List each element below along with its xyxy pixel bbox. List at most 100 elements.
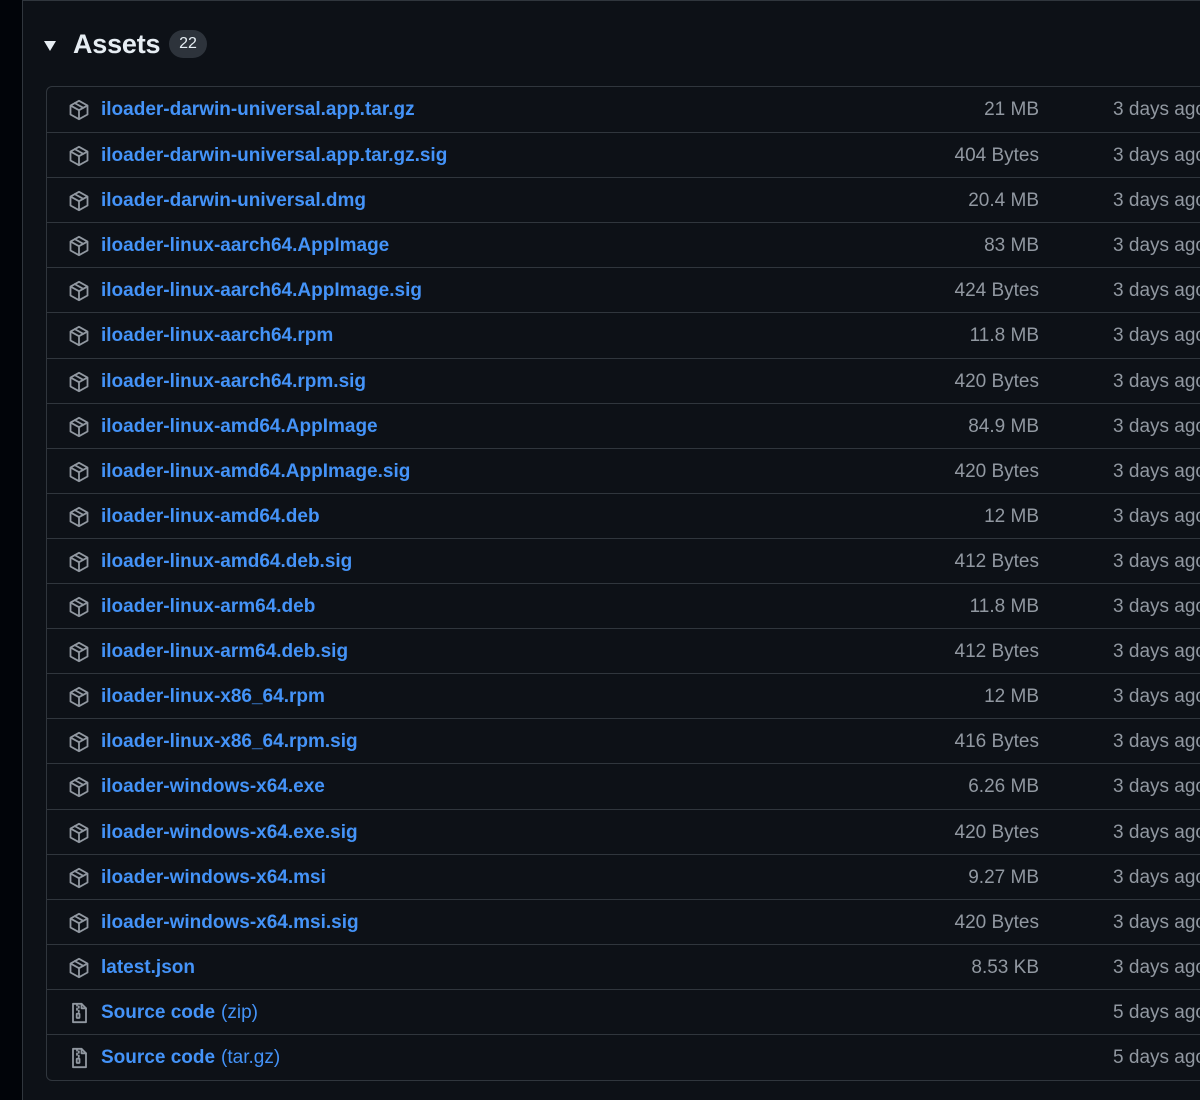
asset-time: 3 days ago <box>1113 821 1200 843</box>
package-icon <box>67 460 91 484</box>
asset-time: 3 days ago <box>1113 145 1200 167</box>
asset-link[interactable]: iloader-windows-x64.msi <box>101 867 326 889</box>
assets-count-badge: 22 <box>169 30 207 58</box>
assets-header[interactable]: Assets 22 <box>23 1 1200 87</box>
asset-size: 6.26 MB <box>968 776 1039 798</box>
asset-link[interactable]: Source code (zip) <box>101 1002 258 1024</box>
package-icon <box>67 505 91 529</box>
asset-name: iloader-linux-aarch64.rpm <box>101 325 334 347</box>
asset-link[interactable]: iloader-windows-x64.msi.sig <box>101 912 359 934</box>
asset-link[interactable]: iloader-linux-x86_64.rpm <box>101 686 325 708</box>
asset-row-17: iloader-windows-x64.msi 9.27 MB 3 days a… <box>47 853 1200 899</box>
asset-size: 424 Bytes <box>954 280 1040 302</box>
package-icon <box>67 415 91 439</box>
asset-size: 8.53 KB <box>971 956 1039 978</box>
asset-name: iloader-linux-amd64.AppImage.sig <box>101 460 411 482</box>
asset-link[interactable]: iloader-linux-arm64.deb <box>101 596 315 618</box>
asset-size: 11.8 MB <box>969 325 1039 347</box>
asset-time: 3 days ago <box>1113 956 1200 978</box>
asset-link[interactable]: iloader-linux-aarch64.AppImage <box>101 235 389 257</box>
asset-row-4: iloader-linux-aarch64.AppImage.sig 424 B… <box>47 267 1200 312</box>
asset-size: 12 MB <box>984 505 1039 527</box>
asset-time: 3 days ago <box>1113 641 1200 663</box>
asset-time: 3 days ago <box>1113 596 1200 618</box>
asset-name: iloader-linux-x86_64.rpm <box>101 686 325 708</box>
asset-size: 11.8 MB <box>969 596 1039 618</box>
package-icon <box>67 279 91 303</box>
asset-time: 3 days ago <box>1113 190 1200 212</box>
package-icon <box>67 640 91 664</box>
asset-time: 3 days ago <box>1113 415 1200 437</box>
asset-link[interactable]: iloader-linux-amd64.deb.sig <box>101 551 352 573</box>
asset-link[interactable]: latest.json <box>101 957 195 979</box>
asset-link[interactable]: iloader-linux-aarch64.rpm <box>101 325 333 347</box>
asset-link[interactable]: iloader-linux-aarch64.AppImage.sig <box>101 280 422 302</box>
asset-link[interactable]: iloader-windows-x64.exe <box>101 776 325 798</box>
expand-caret-icon[interactable] <box>44 41 56 51</box>
package-icon <box>67 189 91 213</box>
asset-row-14: iloader-linux-x86_64.rpm.sig 416 Bytes 3… <box>47 718 1200 763</box>
asset-time: 3 days ago <box>1113 325 1200 347</box>
asset-size: 21 MB <box>984 99 1039 120</box>
asset-name: Source code <box>101 1046 216 1068</box>
package-icon <box>67 911 91 935</box>
asset-link[interactable]: iloader-linux-amd64.AppImage.sig <box>101 461 410 483</box>
assets-title: Assets <box>73 29 161 59</box>
asset-size: 9.27 MB <box>968 866 1039 888</box>
asset-row-7: iloader-linux-amd64.AppImage 84.9 MB 3 d… <box>47 402 1200 448</box>
asset-row-9: iloader-linux-amd64.deb 12 MB 3 days ago <box>47 492 1200 538</box>
asset-row-13: iloader-linux-x86_64.rpm 12 MB 3 days ag… <box>47 673 1200 718</box>
asset-link[interactable]: iloader-linux-amd64.deb <box>101 506 320 528</box>
asset-time: 3 days ago <box>1113 99 1200 120</box>
asset-size: 84.9 MB <box>968 415 1039 437</box>
asset-row-21: Source code (tar.gz) 5 days ago <box>47 1033 1200 1079</box>
asset-name: iloader-linux-amd64.AppImage <box>101 415 378 437</box>
asset-time: 3 days ago <box>1113 460 1200 482</box>
asset-time: 3 days ago <box>1113 550 1200 572</box>
package-icon <box>67 324 91 348</box>
asset-name: iloader-linux-amd64.deb.sig <box>101 550 353 572</box>
asset-row-1: iloader-darwin-universal.app.tar.gz.sig … <box>47 132 1200 177</box>
asset-name: iloader-windows-x64.exe.sig <box>101 821 358 843</box>
asset-row-3: iloader-linux-aarch64.AppImage 83 MB 3 d… <box>47 222 1200 267</box>
asset-list: iloader-darwin-universal.app.tar.gz 21 M… <box>46 86 1200 1081</box>
asset-size: 420 Bytes <box>954 370 1040 392</box>
asset-time: 3 days ago <box>1113 911 1200 933</box>
asset-link[interactable]: iloader-windows-x64.exe.sig <box>101 822 358 844</box>
asset-suffix: (zip) <box>221 1001 258 1023</box>
asset-time: 3 days ago <box>1113 776 1200 798</box>
asset-row-18: iloader-windows-x64.msi.sig 420 Bytes 3 … <box>47 898 1200 944</box>
file-zip-icon <box>67 1001 91 1025</box>
asset-link[interactable]: iloader-linux-x86_64.rpm.sig <box>101 731 358 753</box>
asset-row-8: iloader-linux-amd64.AppImage.sig 420 Byt… <box>47 447 1200 493</box>
asset-link[interactable]: iloader-linux-arm64.deb.sig <box>101 641 348 663</box>
asset-time: 3 days ago <box>1113 866 1200 888</box>
asset-name: iloader-windows-x64.exe <box>101 776 325 798</box>
asset-link[interactable]: iloader-darwin-universal.dmg <box>101 190 366 212</box>
package-icon <box>67 866 91 890</box>
asset-link[interactable]: iloader-linux-aarch64.rpm.sig <box>101 371 366 393</box>
asset-size: 404 Bytes <box>954 145 1040 167</box>
asset-name: iloader-darwin-universal.app.tar.gz.sig <box>101 145 448 167</box>
asset-link[interactable]: iloader-darwin-universal.app.tar.gz <box>101 99 415 121</box>
asset-name: iloader-windows-x64.msi <box>101 866 326 888</box>
asset-row-10: iloader-linux-amd64.deb.sig 412 Bytes 3 … <box>47 537 1200 583</box>
asset-row-15: iloader-windows-x64.exe 6.26 MB 3 days a… <box>47 763 1200 808</box>
package-icon <box>67 550 91 574</box>
asset-link[interactable]: iloader-linux-amd64.AppImage <box>101 416 378 438</box>
package-icon <box>67 775 91 799</box>
asset-time: 3 days ago <box>1113 686 1200 708</box>
asset-link[interactable]: Source code (tar.gz) <box>101 1047 280 1069</box>
asset-time: 5 days ago <box>1113 1046 1200 1068</box>
asset-row-2: iloader-darwin-universal.dmg 20.4 MB 3 d… <box>47 177 1200 222</box>
asset-size: 420 Bytes <box>954 460 1040 482</box>
asset-size: 416 Bytes <box>954 731 1040 753</box>
asset-row-16: iloader-windows-x64.exe.sig 420 Bytes 3 … <box>47 808 1200 854</box>
package-icon <box>67 685 91 709</box>
asset-time: 3 days ago <box>1113 505 1200 527</box>
asset-link[interactable]: iloader-darwin-universal.app.tar.gz.sig <box>101 145 447 167</box>
asset-time: 3 days ago <box>1113 235 1200 257</box>
asset-name: iloader-linux-aarch64.rpm.sig <box>101 370 367 392</box>
file-zip-icon <box>67 1046 91 1070</box>
asset-name: iloader-linux-amd64.deb <box>101 505 320 527</box>
